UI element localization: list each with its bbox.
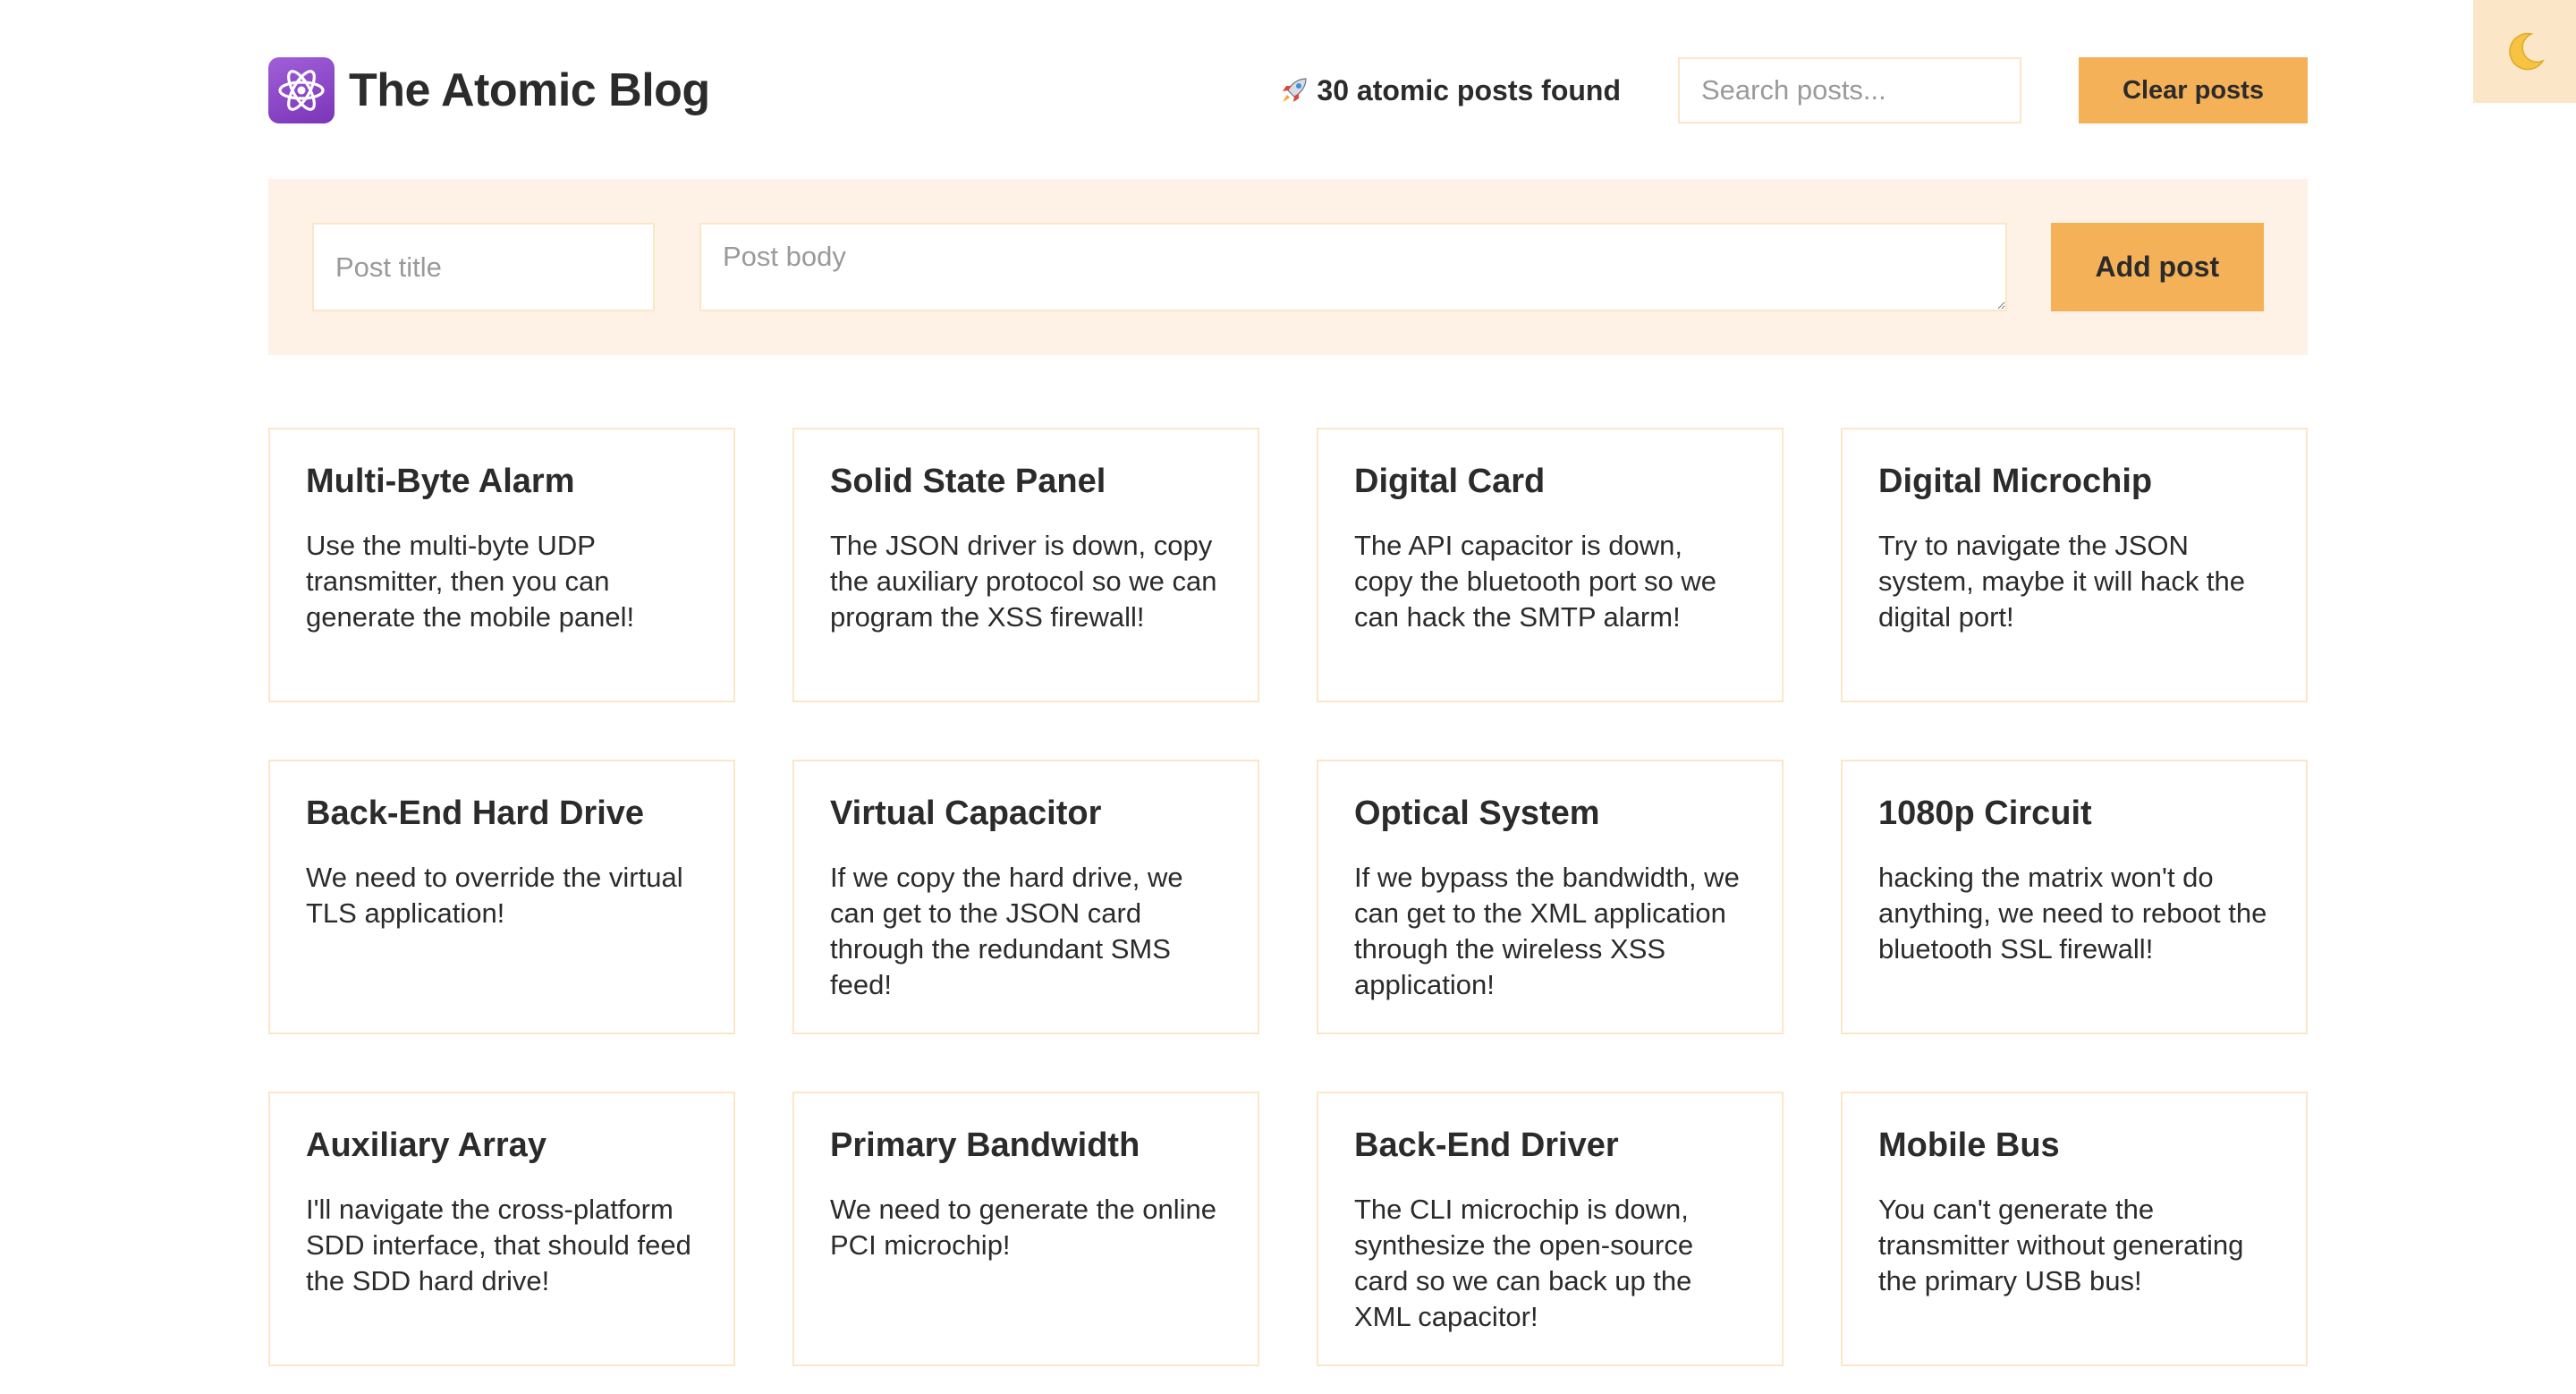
post-card: Virtual Capacitor If we copy the hard dr… xyxy=(792,760,1259,1034)
post-body-input[interactable] xyxy=(699,223,2007,311)
post-card: Solid State Panel The JSON driver is dow… xyxy=(792,428,1259,702)
post-title: Auxiliary Array xyxy=(306,1126,547,1164)
moon-icon xyxy=(2508,32,2545,70)
post-body: We need to generate the online PCI micro… xyxy=(830,1193,1217,1261)
post-card: Digital Microchip Try to navigate the JS… xyxy=(1841,428,2308,702)
posts-found-text: 30 atomic posts found xyxy=(1317,73,1621,106)
posts-grid: Multi-Byte Alarm Use the multi-byte UDP … xyxy=(268,428,2308,1366)
post-title: Primary Bandwidth xyxy=(830,1126,1140,1164)
rocket-icon xyxy=(1283,78,1308,102)
post-body: We need to override the virtual TLS appl… xyxy=(306,861,683,929)
post-title: 1080p Circuit xyxy=(1878,795,2092,832)
post-body: You can't generate the transmitter witho… xyxy=(1878,1193,2244,1296)
post-title: Solid State Panel xyxy=(830,463,1106,500)
clear-posts-button[interactable]: Clear posts xyxy=(2079,57,2308,123)
post-card: Back-End Driver The CLI microchip is dow… xyxy=(1317,1092,1784,1366)
post-card: Auxiliary Array I'll navigate the cross-… xyxy=(268,1092,735,1366)
post-title-input[interactable] xyxy=(312,223,655,311)
atom-icon xyxy=(268,57,335,123)
post-body: If we bypass the bandwidth, we can get t… xyxy=(1354,861,1740,1000)
search-input[interactable] xyxy=(1678,57,2021,123)
dark-mode-toggle[interactable] xyxy=(2473,0,2576,103)
post-body: If we copy the hard drive, we can get to… xyxy=(830,861,1183,1000)
add-post-button[interactable]: Add post xyxy=(2050,223,2264,311)
post-title: Digital Microchip xyxy=(1878,463,2153,500)
post-body: hacking the matrix won't do anything, we… xyxy=(1878,861,2267,965)
post-body: The JSON driver is down, copy the auxili… xyxy=(830,529,1217,633)
post-title: Mobile Bus xyxy=(1878,1126,2060,1164)
post-body: The API capacitor is down, copy the blue… xyxy=(1354,529,1716,633)
posts-found-counter: 30 atomic posts found xyxy=(1279,74,1621,107)
post-title: Virtual Capacitor xyxy=(830,795,1102,832)
logo: The Atomic Blog xyxy=(268,57,710,123)
post-card: Multi-Byte Alarm Use the multi-byte UDP … xyxy=(268,428,735,702)
header-controls: 30 atomic posts found Clear posts xyxy=(1279,57,2308,123)
add-post-form: Add post xyxy=(268,179,2308,355)
post-title: Multi-Byte Alarm xyxy=(306,463,575,500)
post-title: Optical System xyxy=(1354,795,1600,832)
post-card: Mobile Bus You can't generate the transm… xyxy=(1841,1092,2308,1366)
post-card: Back-End Hard Drive We need to override … xyxy=(268,760,735,1034)
post-card: Digital Card The API capacitor is down, … xyxy=(1317,428,1784,702)
header: The Atomic Blog 30 atomic posts found Cl… xyxy=(268,57,2308,123)
post-card: 1080p Circuit hacking the matrix won't d… xyxy=(1841,760,2308,1034)
post-title: Back-End Driver xyxy=(1354,1126,1619,1164)
post-title: Back-End Hard Drive xyxy=(306,795,645,832)
post-body: I'll navigate the cross-platform SDD int… xyxy=(306,1193,691,1296)
page-title: The Atomic Blog xyxy=(349,64,710,116)
post-title: Digital Card xyxy=(1354,463,1546,500)
post-card: Optical System If we bypass the bandwidt… xyxy=(1317,760,1784,1034)
post-body: The CLI microchip is down, synthesize th… xyxy=(1354,1193,1694,1332)
post-card: Primary Bandwidth We need to generate th… xyxy=(792,1092,1259,1366)
post-body: Try to navigate the JSON system, maybe i… xyxy=(1878,529,2246,633)
post-body: Use the multi-byte UDP transmitter, then… xyxy=(306,529,635,633)
